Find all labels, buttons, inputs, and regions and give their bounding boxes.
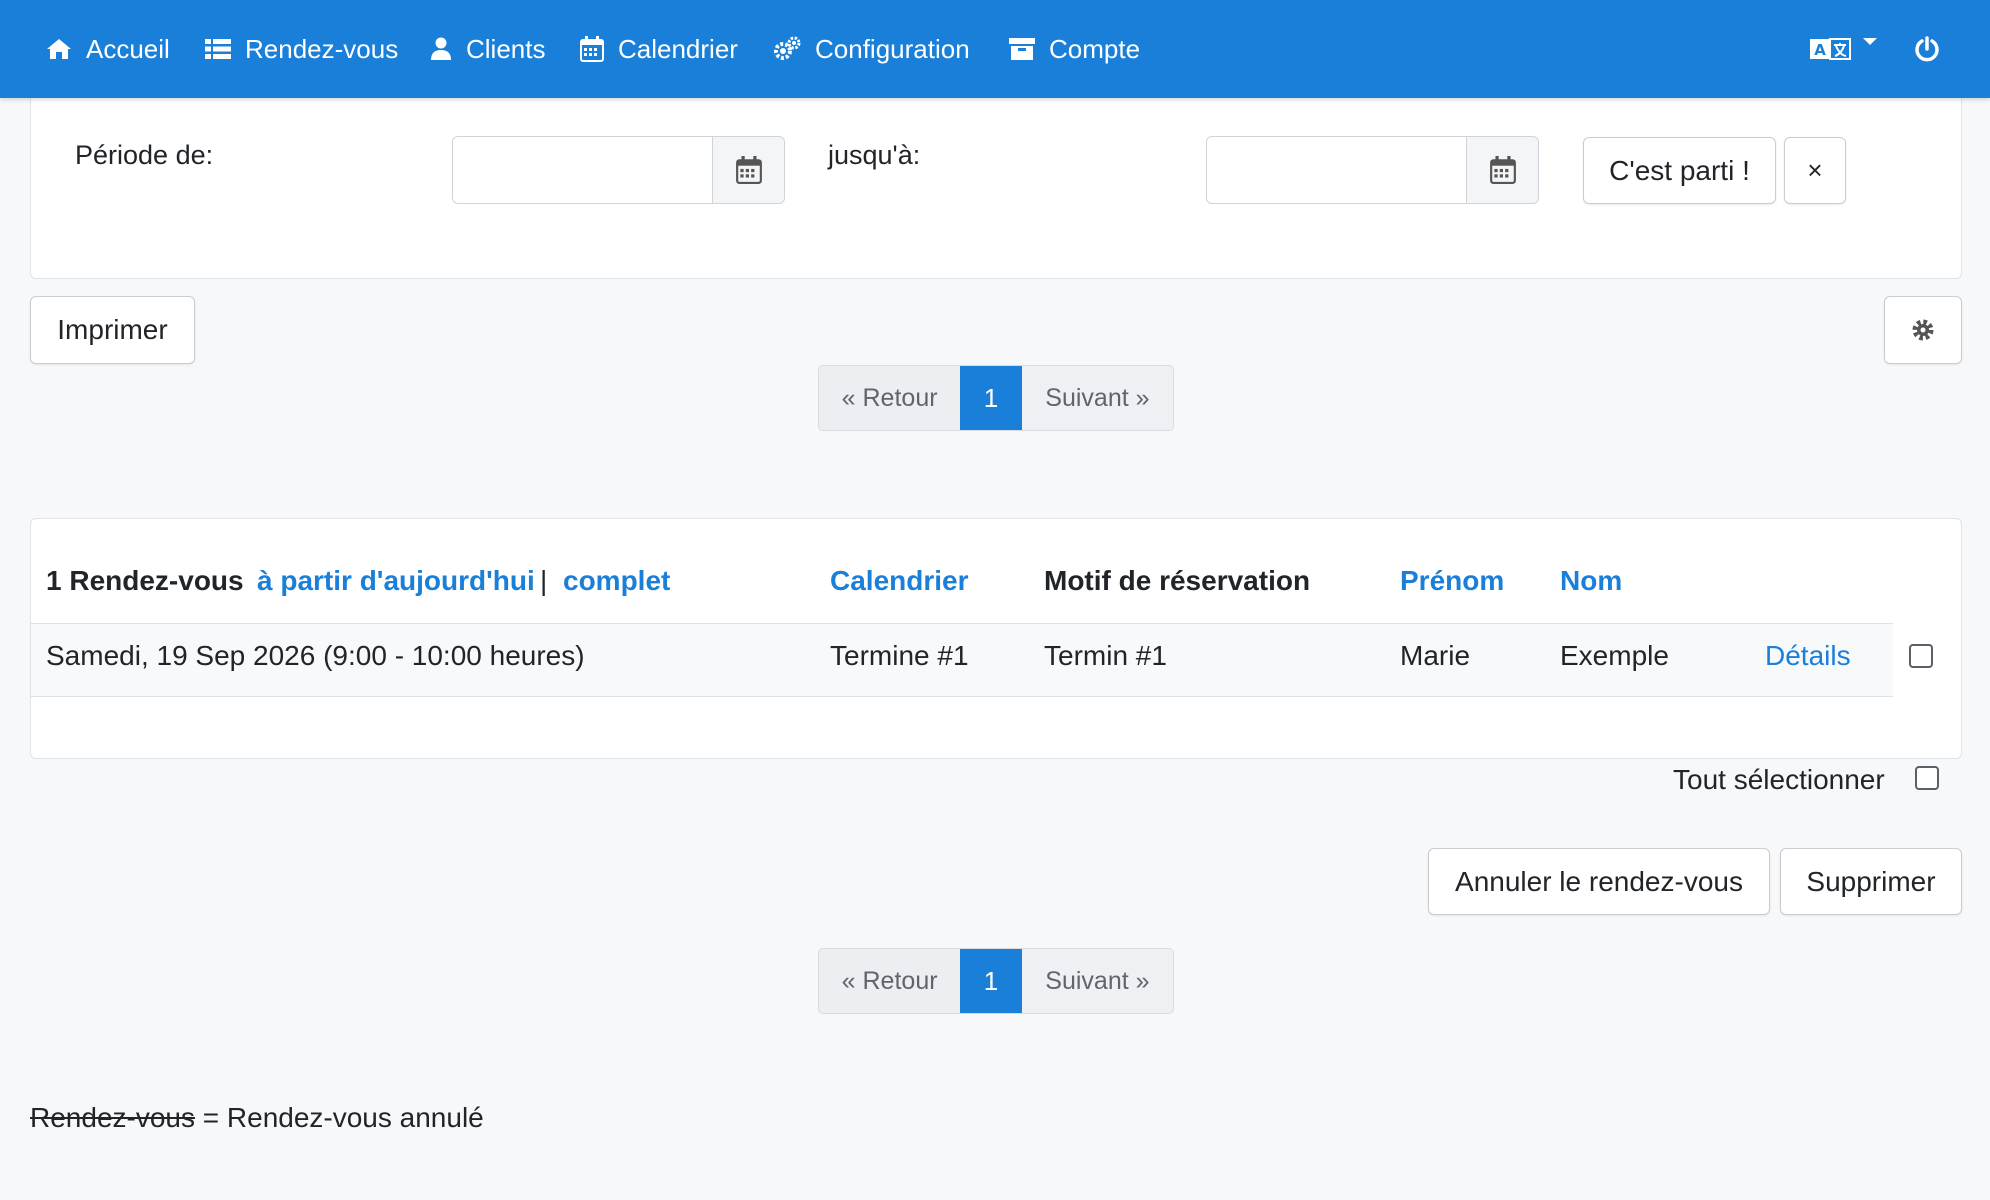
nav-item-clients[interactable]: Clients — [430, 0, 545, 98]
print-button[interactable]: Imprimer — [30, 296, 195, 364]
column-header-lastname[interactable]: Nom — [1560, 565, 1622, 597]
gear-icon — [1912, 319, 1934, 341]
pagination-next[interactable]: Suivant » — [1021, 366, 1173, 430]
appointments-count: 1 Rendez-vous — [46, 565, 244, 596]
cell-lastname: Exemple — [1560, 640, 1669, 671]
period-to-field[interactable] — [1206, 136, 1539, 204]
cell-date: Samedi, 19 Sep 2026 (9:00 - 10:00 heures… — [46, 640, 585, 671]
settings-button[interactable] — [1884, 296, 1962, 364]
gears-icon — [774, 36, 801, 60]
home-icon — [47, 39, 71, 59]
language-dropdown[interactable]: A — [1810, 0, 1878, 98]
filter-separator: | — [540, 565, 548, 596]
cell-reason: Termin #1 — [1044, 640, 1167, 671]
nav-label: Clients — [466, 33, 546, 64]
calendar-icon — [1489, 156, 1516, 184]
pagination-page[interactable]: 1 — [960, 949, 1022, 1013]
column-header-reason: Motif de réservation — [1044, 565, 1311, 596]
pagination-bottom: « Retour 1 Suivant » — [818, 948, 1174, 1014]
nav-label: Rendez-vous — [245, 33, 399, 64]
column-header-calendar[interactable]: Calendrier — [830, 565, 969, 597]
period-to-label: jusqu'à: — [828, 140, 921, 170]
calendar-icon — [580, 36, 604, 62]
pagination-prev[interactable]: « Retour — [819, 366, 960, 430]
user-icon — [431, 37, 451, 60]
cancel-appointment-button[interactable]: Annuler le rendez-vous — [1428, 848, 1770, 915]
calendar-icon — [735, 156, 762, 184]
filter-from-today-link[interactable]: à partir d'aujourd'hui — [257, 565, 535, 597]
chevron-down-icon — [1863, 38, 1877, 45]
filter-complete-link[interactable]: complet — [563, 565, 670, 597]
nav-item-rendez-vous[interactable]: Rendez-vous — [205, 0, 398, 98]
nav-label: Compte — [1049, 33, 1141, 64]
row-select-checkbox[interactable] — [1909, 644, 1933, 668]
column-header-firstname[interactable]: Prénom — [1400, 565, 1504, 597]
period-from-input[interactable] — [453, 137, 712, 203]
pagination-page[interactable]: 1 — [960, 366, 1022, 430]
nav-item-compte[interactable]: Compte — [1009, 0, 1140, 98]
archive-icon — [1009, 38, 1035, 60]
logout-button[interactable] — [1914, 0, 1940, 98]
translate-icon: A — [1810, 38, 1851, 60]
delete-button[interactable]: Supprimer — [1780, 848, 1962, 915]
clear-filter-button[interactable]: × — [1784, 137, 1846, 204]
go-button[interactable]: C'est parti ! — [1583, 137, 1776, 204]
period-from-picker[interactable] — [712, 137, 784, 203]
period-to-input[interactable] — [1207, 137, 1466, 203]
nav-label: Calendrier — [618, 33, 738, 64]
legend-struck-text: Rendez-vous — [30, 1102, 195, 1133]
nav-item-calendrier[interactable]: Calendrier — [580, 0, 738, 98]
cancelled-legend: Rendez-vous = Rendez-vous annulé — [30, 1102, 484, 1134]
details-link[interactable]: Détails — [1765, 640, 1851, 672]
pagination-next[interactable]: Suivant » — [1021, 949, 1173, 1013]
pagination-top: « Retour 1 Suivant » — [818, 365, 1174, 431]
period-from-label: Période de: — [75, 140, 214, 170]
nav-item-accueil[interactable]: Accueil — [46, 0, 170, 98]
nav-item-configuration[interactable]: Configuration — [773, 0, 970, 98]
legend-meaning: = Rendez-vous annulé — [194, 1102, 484, 1133]
select-all-label: Tout sélectionner — [1673, 764, 1885, 795]
nav-label: Configuration — [815, 33, 970, 64]
top-navbar: Accueil Rendez-vous Clients Calendrier C… — [0, 0, 1990, 98]
period-to-picker[interactable] — [1466, 137, 1538, 203]
nav-label: Accueil — [86, 33, 170, 64]
list-icon — [205, 39, 231, 59]
period-from-field[interactable] — [452, 136, 785, 204]
svg-text:A: A — [1814, 41, 1826, 59]
pagination-prev[interactable]: « Retour — [819, 949, 960, 1013]
cell-calendar: Termine #1 — [830, 640, 969, 671]
power-icon — [1915, 36, 1939, 62]
cell-firstname: Marie — [1400, 640, 1471, 671]
select-all-checkbox[interactable] — [1915, 766, 1939, 790]
